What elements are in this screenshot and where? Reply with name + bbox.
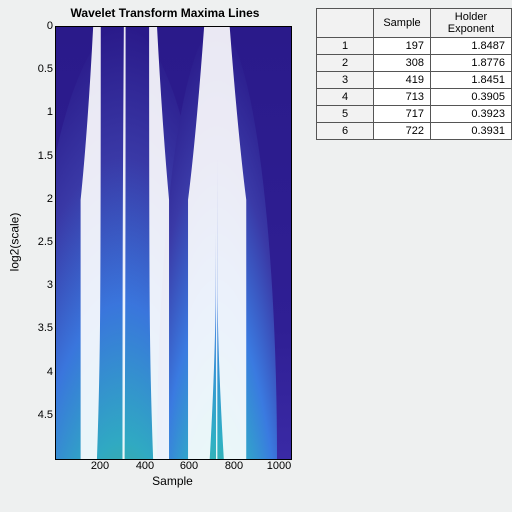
ytick: 0 [23,20,53,32]
table-row[interactable]: 5 717 0.3923 [317,106,512,123]
cell-holder: 1.8776 [431,55,512,72]
xtick: 600 [172,460,206,472]
row-index: 2 [317,55,374,72]
plot-title: Wavelet Transform Maxima Lines [30,6,300,20]
table-row[interactable]: 6 722 0.3931 [317,123,512,140]
cell-sample: 713 [374,89,431,106]
maxima-lines-overlay [56,27,291,459]
cell-holder: 1.8451 [431,72,512,89]
ytick: 1 [23,106,53,118]
wavelet-heatmap-axes[interactable] [55,26,292,460]
table-row[interactable]: 3 419 1.8451 [317,72,512,89]
cell-sample: 419 [374,72,431,89]
ytick: 2.5 [23,236,53,248]
ytick: 0.5 [23,63,53,75]
xtick: 200 [83,460,117,472]
figure-window: Wavelet Transform Maxima Lines [0,0,512,512]
ytick: 2 [23,193,53,205]
row-index: 4 [317,89,374,106]
ytick: 4 [23,366,53,378]
y-axis-label: log2(scale) [6,26,22,458]
header-sample: Sample [374,9,431,38]
xtick: 1000 [262,460,296,472]
singularity-table[interactable]: Sample Holder Exponent 1 197 1.8487 2 30… [316,8,512,140]
table-header-row: Sample Holder Exponent [317,9,512,38]
xtick: 800 [217,460,251,472]
row-index: 5 [317,106,374,123]
cell-holder: 1.8487 [431,38,512,55]
ytick: 3 [23,279,53,291]
table-row[interactable]: 1 197 1.8487 [317,38,512,55]
row-index: 1 [317,38,374,55]
cell-holder: 0.3931 [431,123,512,140]
ytick: 1.5 [23,150,53,162]
cell-sample: 308 [374,55,431,72]
cell-holder: 0.3923 [431,106,512,123]
table-row[interactable]: 2 308 1.8776 [317,55,512,72]
ytick: 3.5 [23,322,53,334]
ytick: 4.5 [23,409,53,421]
cell-holder: 0.3905 [431,89,512,106]
xtick: 400 [128,460,162,472]
table-row[interactable]: 4 713 0.3905 [317,89,512,106]
x-axis-label: Sample [55,474,290,488]
cell-sample: 722 [374,123,431,140]
header-holder: Holder Exponent [431,9,512,38]
row-index: 3 [317,72,374,89]
header-blank [317,9,374,38]
row-index: 6 [317,123,374,140]
cell-sample: 197 [374,38,431,55]
cell-sample: 717 [374,106,431,123]
